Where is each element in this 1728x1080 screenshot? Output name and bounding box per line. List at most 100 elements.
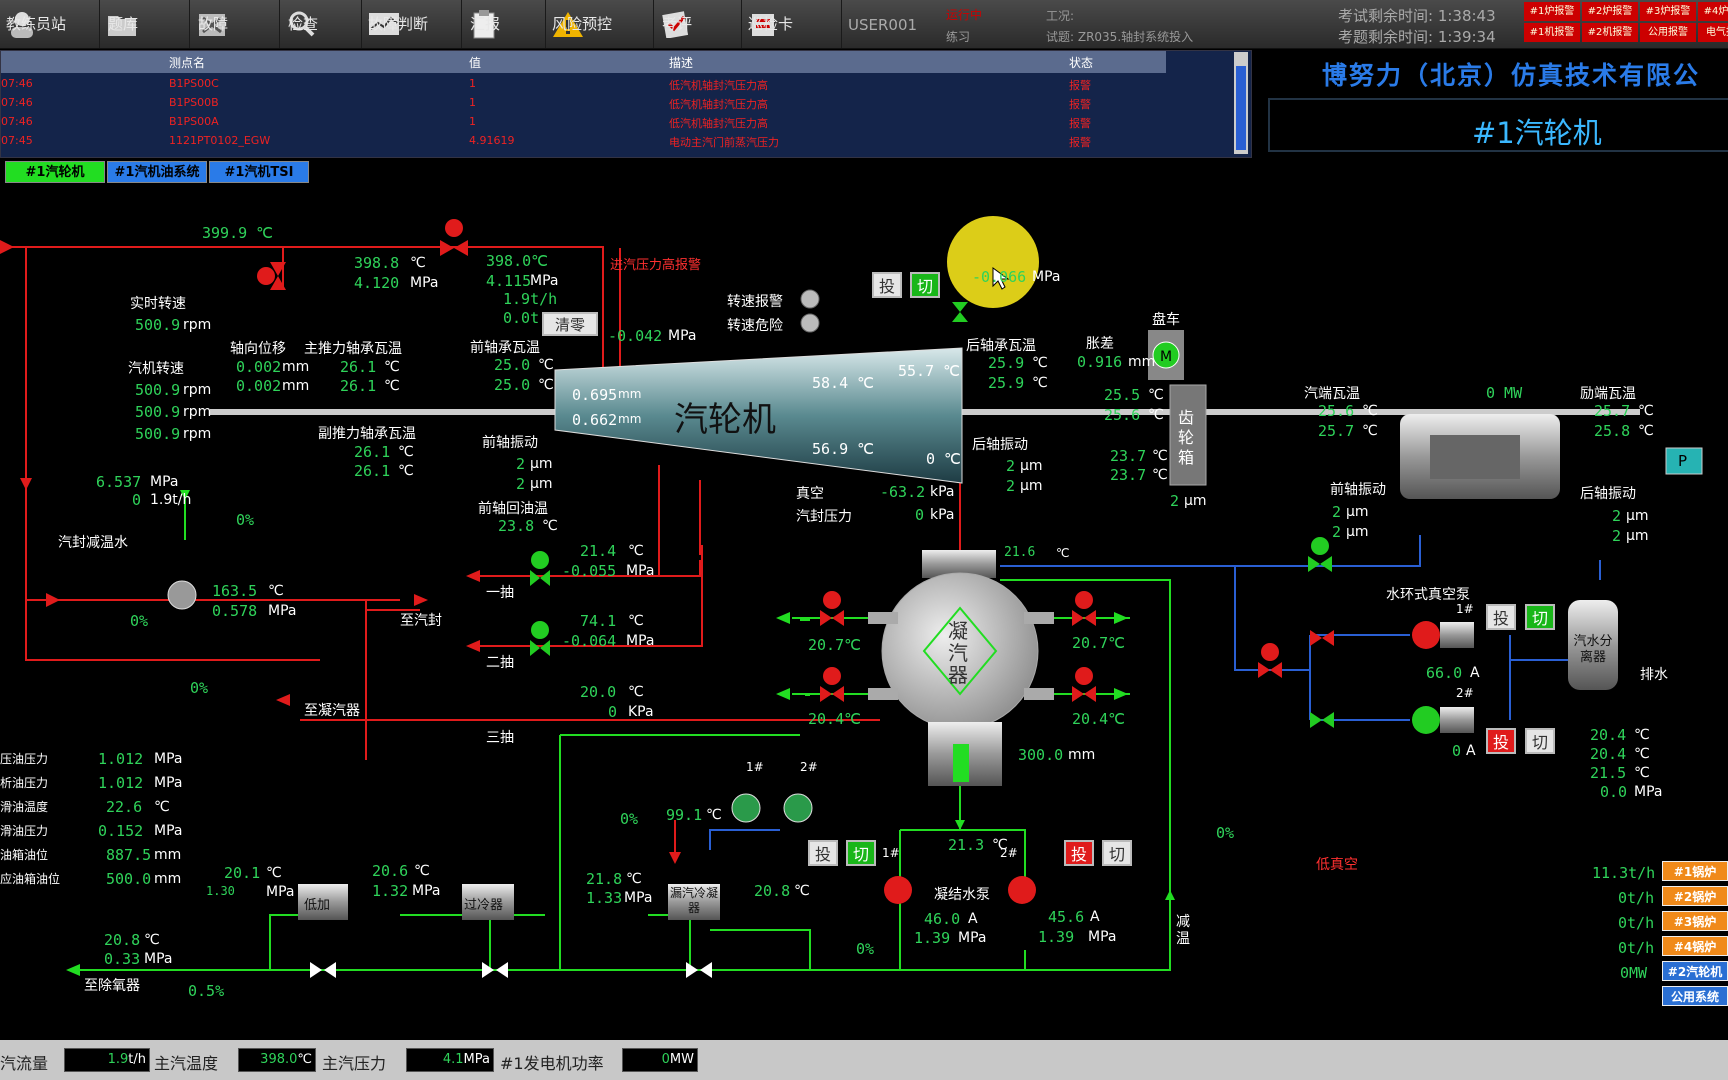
unit: ℃ xyxy=(1148,387,1164,403)
gland-pressure: -0.066 xyxy=(972,268,1027,286)
turbine-disp-1: 0.695 xyxy=(572,386,618,404)
unit: MPa xyxy=(1088,929,1117,945)
gen-front-vib-1: 2 xyxy=(1332,503,1342,521)
cp2-on-button[interactable]: 投 xyxy=(1064,840,1094,866)
status-main-temp-label: 主汽温度 xyxy=(154,1054,219,1073)
vacuum-pump-1[interactable] xyxy=(1412,621,1440,649)
vp2-off-button[interactable]: 切 xyxy=(1525,728,1555,754)
boiler-3-button[interactable]: #3锅炉 xyxy=(1662,911,1728,931)
cw-in-left-2: 20.4℃ xyxy=(808,710,861,728)
unit: ℃ xyxy=(384,378,400,394)
axial-displacement-label: 轴向位移 xyxy=(230,341,286,357)
main-thrust-2: 26.1 xyxy=(340,377,377,395)
vacuum-pump-2[interactable] xyxy=(1412,706,1440,734)
boiler-2-button[interactable]: #2锅炉 xyxy=(1662,886,1728,906)
unit: ℃ xyxy=(542,518,558,534)
unit: MPa xyxy=(150,474,179,490)
common-system-button[interactable]: 公用系统 xyxy=(1662,986,1728,1006)
speed-alarm-light xyxy=(800,289,820,309)
unit: A xyxy=(1466,743,1476,759)
oil-value: 500.0 xyxy=(106,870,152,888)
clear-button[interactable]: 清零 xyxy=(542,312,598,336)
unit: MPa xyxy=(624,890,653,906)
unit: MW xyxy=(669,1052,694,1067)
unit: mm xyxy=(1128,354,1156,370)
hotwell-level xyxy=(953,744,969,782)
unit: MPa xyxy=(626,633,655,649)
front-bearing-2: 25.0 xyxy=(494,376,531,394)
lp-heater-label: 低加 xyxy=(304,898,331,913)
unit: MPa xyxy=(463,1052,490,1067)
desuperheat-label: 减温 xyxy=(1176,914,1190,947)
turbine-speed-label: 汽机转速 xyxy=(128,361,184,377)
gen-bearing-label: 汽端瓦温 xyxy=(1304,386,1360,402)
front-vib-label: 前轴振动 xyxy=(482,435,538,451)
status-gen-power-value: 0 xyxy=(661,1052,670,1067)
unit: ℃ xyxy=(1638,403,1654,419)
unit: μm xyxy=(530,456,553,472)
condensate-pump-label: 凝结水泵 xyxy=(934,887,990,903)
unit: ℃ xyxy=(268,583,284,599)
sub-thrust-2: 26.1 xyxy=(354,462,391,480)
condensate-pump-1[interactable] xyxy=(884,876,912,904)
high-pressure-alarm: 进汽压力高报警 xyxy=(610,258,702,273)
unit: ℃ xyxy=(384,359,400,375)
cp2-off-button[interactable]: 切 xyxy=(1102,840,1132,866)
rear-vib-1: 2 xyxy=(1006,457,1016,475)
low-vacuum-label: 低真空 xyxy=(1316,857,1358,873)
steam-temp-2: 398.8 xyxy=(354,254,400,272)
cp1-off-button[interactable]: 切 xyxy=(846,840,876,866)
gland-on-button[interactable]: 投 xyxy=(872,272,902,298)
unit: ℃ xyxy=(1634,746,1650,762)
e2-press: -0.064 xyxy=(562,632,617,650)
steam-total: 0.0t xyxy=(503,309,540,327)
boiler-4-flow: 0t/h xyxy=(1618,939,1655,957)
oil-label: 压油压力 xyxy=(0,752,49,766)
unit: A xyxy=(1090,909,1100,925)
unit: ℃ xyxy=(538,357,554,373)
boiler-4-button[interactable]: #4锅炉 xyxy=(1662,936,1728,956)
vp-temp-2: 20.4 xyxy=(1590,745,1627,763)
boiler-1-flow: 11.3t/h xyxy=(1592,864,1656,882)
gland-off-button[interactable]: 切 xyxy=(910,272,940,298)
vp1-off-button[interactable]: 切 xyxy=(1525,604,1555,630)
unit: ℃ xyxy=(266,865,282,881)
unit: ℃ xyxy=(414,863,430,879)
gen-power: 0 MW xyxy=(1486,384,1523,402)
gland-water-label: 汽封减温水 xyxy=(58,535,128,551)
gland-cooler-out-temp: 20.8 xyxy=(754,882,791,900)
cw-out-right-1: 20.7℃ xyxy=(1072,634,1125,652)
fan-1[interactable] xyxy=(731,793,761,823)
unit: μm xyxy=(1184,493,1207,509)
unit: mm xyxy=(618,412,642,426)
e3-temp: 20.0 xyxy=(580,683,617,701)
unit: MPa xyxy=(530,273,559,289)
condensate-pump-2[interactable] xyxy=(1008,876,1036,904)
rear-vib-label: 后轴振动 xyxy=(972,437,1028,453)
steam-press-3: 4.115 xyxy=(486,272,532,290)
vacuum-pump-1-label: 1# xyxy=(1456,602,1474,616)
oil-label: 滑油压力 xyxy=(0,824,49,838)
fan-2-label: 2# xyxy=(800,760,818,774)
vp2-on-button[interactable]: 投 xyxy=(1486,728,1516,754)
oil-value: 887.5 xyxy=(106,846,152,864)
desuperheater xyxy=(167,580,197,610)
unit: ℃ xyxy=(297,1052,312,1067)
main-thrust-1: 26.1 xyxy=(340,358,377,376)
fan-2[interactable] xyxy=(783,793,813,823)
boiler-1-button[interactable]: #1锅炉 xyxy=(1662,861,1728,881)
oil-value: 22.6 xyxy=(106,798,143,816)
turbine-speed-3: 500.9 xyxy=(135,425,181,443)
unit: μm xyxy=(1346,504,1369,520)
cp1-on-button[interactable]: 投 xyxy=(808,840,838,866)
turbine-2-button[interactable]: #2汽轮机 xyxy=(1662,961,1728,981)
turbine-temp-3: 56.9 ℃ xyxy=(812,440,874,458)
lp-heater-in-temp: 20.1 xyxy=(224,864,261,882)
vp-temp-3: 21.5 xyxy=(1590,764,1627,782)
cw-out-right-2: 20.4℃ xyxy=(1072,710,1125,728)
unit: rpm xyxy=(183,426,212,442)
unit: kPa xyxy=(930,484,955,500)
gen-bearing-2: 25.7 xyxy=(1318,422,1355,440)
vp1-on-button[interactable]: 投 xyxy=(1486,604,1516,630)
axial-disp-1: 0.002 xyxy=(236,358,282,376)
